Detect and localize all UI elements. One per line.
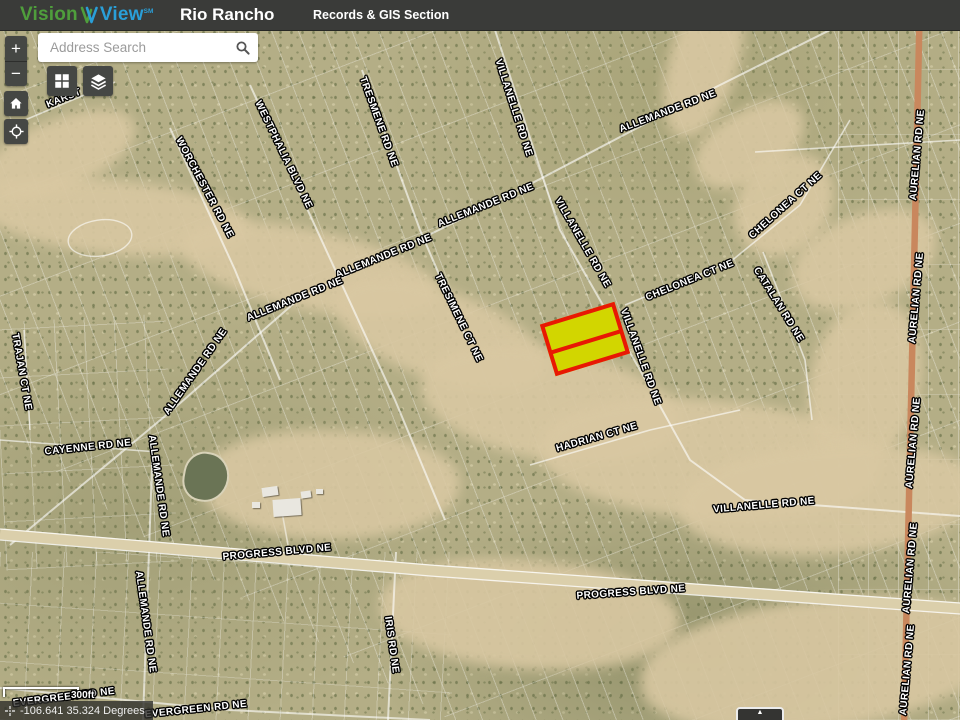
road-label: WESTPHALIA BLVD NE (252, 99, 313, 210)
road-label: VILLANELLE RD NE (618, 307, 662, 406)
building (316, 489, 323, 494)
roads-layer (0, 0, 960, 720)
road-label: ALLEMANDE RD NE (618, 89, 717, 135)
wash-shape (0, 164, 254, 271)
top-bar: Vision View SM Rio Rancho Records & GIS … (0, 0, 960, 31)
road-label: ALLEMANDE RD NE (162, 327, 229, 417)
search-button[interactable] (227, 33, 258, 62)
scale-label: 300ft (71, 690, 94, 701)
road-label: HADRIAN CT NE (555, 422, 639, 455)
road-label: AURELIAN RD NE (902, 522, 920, 614)
road-label: CAYENNE RD NE (44, 438, 132, 457)
section-title: Records & GIS Section (313, 8, 449, 22)
building (272, 498, 301, 517)
search-input[interactable] (38, 33, 227, 62)
vision-view-app: KARSTTRESMENE RD NEWORCHESTER RD NEWESTP… (0, 0, 960, 720)
road-label: IRIS RD NE (382, 616, 400, 674)
search-icon (234, 39, 252, 57)
coordinates-text: -106.641 35.324 Degrees (20, 705, 145, 717)
road-label: ALLEMANDE RD NE (133, 570, 157, 673)
wash-shape (635, 585, 960, 720)
layers-button[interactable] (83, 66, 113, 96)
vision-view-logo[interactable]: Vision View SM (20, 0, 153, 30)
parcel-grid-left (0, 314, 178, 571)
zoom-out-button[interactable]: − (5, 62, 27, 87)
road-label: WORCHESTER RD NE (173, 136, 235, 240)
road-label: CHELONEA CT NE (748, 171, 825, 241)
basemap-button[interactable] (47, 66, 77, 96)
road-label: VILLANELLE RD NE (492, 58, 533, 158)
road-label: TRAJAN CT NE (9, 333, 32, 412)
road-label: ALLEMANDE RD NE (246, 276, 345, 324)
road-label: CHELONEA CT NE (644, 259, 735, 304)
road-label: AURELIAN RD NE (905, 397, 923, 489)
road-label: PROGRESS BLVD NE (222, 543, 331, 562)
road-label: AURELIAN RD NE (909, 109, 927, 201)
layers-icon (89, 72, 108, 91)
map-canvas[interactable]: KARSTTRESMENE RD NEWORCHESTER RD NEWESTP… (0, 0, 960, 720)
locate-button[interactable] (4, 119, 28, 144)
wash-shape (174, 202, 445, 338)
scale-bar: 300ft (3, 687, 79, 697)
road-labels: KARSTTRESMENE RD NEWORCHESTER RD NEWESTP… (0, 0, 960, 720)
coords-crosshair-icon (4, 705, 16, 717)
logo-word-view: View (100, 4, 144, 26)
parcel-grid-rotated (0, 0, 960, 720)
logo-servicemark: SM (144, 8, 154, 15)
water-tank (179, 448, 233, 505)
parcel-grid-right (838, 0, 960, 720)
zoom-in-button[interactable]: + (5, 36, 27, 62)
locate-icon (8, 123, 25, 140)
road-label: TRESIMENE CT NE (432, 272, 484, 364)
road-label: ALLEMANDE RD NE (335, 233, 434, 281)
highlighted-parcel[interactable] (540, 302, 630, 376)
parcel-divider (550, 329, 622, 354)
grid-icon (53, 72, 71, 90)
wash-shape (535, 383, 886, 538)
road-label: EVERGREEN RD NE (144, 700, 247, 720)
road-label: ALLEMANDE RD NE (146, 434, 170, 537)
wash-shape (714, 135, 856, 275)
building (261, 486, 278, 497)
address-search (38, 33, 258, 62)
coordinates-readout: -106.641 35.324 Degrees (0, 701, 153, 720)
wash-shape (681, 86, 820, 204)
home-icon (8, 96, 24, 112)
road-label: VILLANELLE RD NE (552, 196, 612, 289)
home-button[interactable] (4, 91, 28, 116)
up-triangle-icon: ▲ (757, 709, 764, 717)
road-label: PROGRESS BLVD NE (576, 584, 685, 602)
logo-word-vision: Vision (20, 4, 78, 26)
road-label: AURELIAN RD NE (908, 252, 926, 344)
road-label: AURELIAN RD NE (899, 624, 917, 716)
road-label: CATALAN RD NE (751, 266, 805, 344)
attribution-toggle-button[interactable]: ▲ (736, 707, 784, 720)
wash-shape (799, 293, 932, 477)
wash-shape (780, 194, 950, 326)
wash-shape (321, 252, 559, 418)
zoom-control: + − (5, 36, 27, 86)
wash-shape (678, 440, 960, 560)
city-title: Rio Rancho (180, 5, 274, 25)
wash-shape (375, 545, 685, 686)
building (252, 502, 260, 508)
road-label: ALLEMANDE RD NE (437, 182, 536, 230)
wash-shape (197, 423, 462, 546)
building (301, 490, 312, 498)
road-label: TRESMENE RD NE (357, 76, 399, 169)
vision-view-v-icon (79, 6, 99, 25)
road-label: VILLANELLE RD NE (713, 497, 815, 516)
